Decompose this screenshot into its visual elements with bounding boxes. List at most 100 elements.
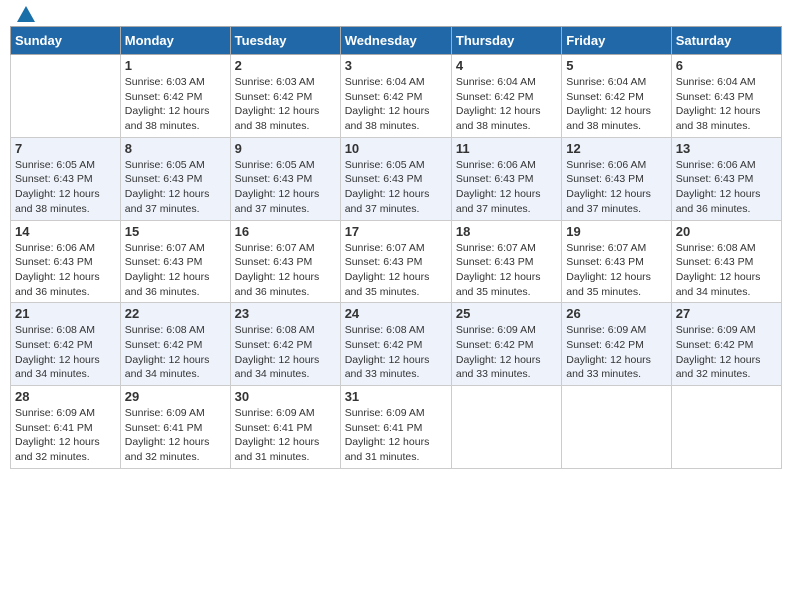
day-info: Sunrise: 6:05 AMSunset: 6:43 PMDaylight:… — [235, 158, 336, 217]
col-header-sunday: Sunday — [11, 27, 121, 55]
day-info: Sunrise: 6:09 AMSunset: 6:41 PMDaylight:… — [15, 406, 116, 465]
day-info: Sunrise: 6:09 AMSunset: 6:41 PMDaylight:… — [125, 406, 226, 465]
calendar-cell: 14 Sunrise: 6:06 AMSunset: 6:43 PMDayligh… — [11, 220, 121, 303]
day-info: Sunrise: 6:09 AMSunset: 6:42 PMDaylight:… — [566, 323, 666, 382]
day-number: 3 — [345, 58, 447, 73]
day-info: Sunrise: 6:04 AMSunset: 6:42 PMDaylight:… — [566, 75, 666, 134]
col-header-thursday: Thursday — [451, 27, 561, 55]
calendar-cell: 26Sunrise: 6:09 AMSunset: 6:42 PMDayligh… — [562, 303, 671, 386]
calendar-cell: 6 Sunrise: 6:04 AMSunset: 6:43 PMDaylight… — [671, 55, 781, 138]
day-info: Sunrise: 6:09 AMSunset: 6:42 PMDaylight:… — [456, 323, 557, 382]
calendar-cell — [562, 386, 671, 469]
calendar-cell: 24 Sunrise: 6:08 AMSunset: 6:42 PMDayligh… — [340, 303, 451, 386]
day-number: 8 — [125, 141, 226, 156]
day-number: 6 — [676, 58, 777, 73]
calendar-cell: 20 Sunrise: 6:08 AMSunset: 6:43 PMDayligh… — [671, 220, 781, 303]
day-number: 14 — [15, 224, 116, 239]
day-number: 25 — [456, 306, 557, 321]
day-info: Sunrise: 6:08 AMSunset: 6:42 PMDaylight:… — [345, 323, 447, 382]
day-info: Sunrise: 6:03 AMSunset: 6:42 PMDaylight:… — [125, 75, 226, 134]
day-number: 12 — [566, 141, 666, 156]
day-info: Sunrise: 6:03 AMSunset: 6:42 PMDaylight:… — [235, 75, 336, 134]
day-info: Sunrise: 6:04 AMSunset: 6:43 PMDaylight:… — [676, 75, 777, 134]
day-info: Sunrise: 6:05 AMSunset: 6:43 PMDaylight:… — [125, 158, 226, 217]
day-number: 20 — [676, 224, 777, 239]
calendar-header-row: SundayMondayTuesdayWednesdayThursdayFrid… — [11, 27, 782, 55]
calendar-cell: 9 Sunrise: 6:05 AMSunset: 6:43 PMDaylight… — [230, 137, 340, 220]
day-number: 17 — [345, 224, 447, 239]
day-number: 2 — [235, 58, 336, 73]
day-info: Sunrise: 6:06 AMSunset: 6:43 PMDaylight:… — [15, 241, 116, 300]
calendar-cell: 18 Sunrise: 6:07 AMSunset: 6:43 PMDayligh… — [451, 220, 561, 303]
calendar-cell: 27 Sunrise: 6:09 AMSunset: 6:42 PMDayligh… — [671, 303, 781, 386]
col-header-wednesday: Wednesday — [340, 27, 451, 55]
calendar-cell: 23 Sunrise: 6:08 AMSunset: 6:42 PMDayligh… — [230, 303, 340, 386]
week-row-4: 21 Sunrise: 6:08 AMSunset: 6:42 PMDayligh… — [11, 303, 782, 386]
day-number: 9 — [235, 141, 336, 156]
week-row-2: 7 Sunrise: 6:05 AMSunset: 6:43 PMDaylight… — [11, 137, 782, 220]
day-info: Sunrise: 6:07 AMSunset: 6:43 PMDaylight:… — [456, 241, 557, 300]
day-info: Sunrise: 6:06 AMSunset: 6:43 PMDaylight:… — [456, 158, 557, 217]
calendar-cell: 13 Sunrise: 6:06 AMSunset: 6:43 PMDayligh… — [671, 137, 781, 220]
day-number: 21 — [15, 306, 116, 321]
day-info: Sunrise: 6:07 AMSunset: 6:43 PMDaylight:… — [345, 241, 447, 300]
day-number: 19 — [566, 224, 666, 239]
calendar-cell: 16 Sunrise: 6:07 AMSunset: 6:43 PMDayligh… — [230, 220, 340, 303]
day-number: 13 — [676, 141, 777, 156]
day-info: Sunrise: 6:06 AMSunset: 6:43 PMDaylight:… — [566, 158, 666, 217]
day-info: Sunrise: 6:08 AMSunset: 6:42 PMDaylight:… — [235, 323, 336, 382]
week-row-5: 28 Sunrise: 6:09 AMSunset: 6:41 PMDayligh… — [11, 386, 782, 469]
day-number: 16 — [235, 224, 336, 239]
day-number: 29 — [125, 389, 226, 404]
calendar-cell: 21Sunrise: 6:08 AMSunset: 6:42 PMDayligh… — [11, 303, 121, 386]
day-info: Sunrise: 6:08 AMSunset: 6:43 PMDaylight:… — [676, 241, 777, 300]
calendar-cell: 17 Sunrise: 6:07 AMSunset: 6:43 PMDayligh… — [340, 220, 451, 303]
day-info: Sunrise: 6:06 AMSunset: 6:43 PMDaylight:… — [676, 158, 777, 217]
col-header-saturday: Saturday — [671, 27, 781, 55]
calendar-cell: 30Sunrise: 6:09 AMSunset: 6:41 PMDayligh… — [230, 386, 340, 469]
calendar-cell: 10Sunrise: 6:05 AMSunset: 6:43 PMDayligh… — [340, 137, 451, 220]
day-info: Sunrise: 6:07 AMSunset: 6:43 PMDaylight:… — [566, 241, 666, 300]
day-info: Sunrise: 6:09 AMSunset: 6:42 PMDaylight:… — [676, 323, 777, 382]
calendar-cell: 28 Sunrise: 6:09 AMSunset: 6:41 PMDayligh… — [11, 386, 121, 469]
week-row-3: 14 Sunrise: 6:06 AMSunset: 6:43 PMDayligh… — [11, 220, 782, 303]
day-info: Sunrise: 6:09 AMSunset: 6:41 PMDaylight:… — [235, 406, 336, 465]
calendar-cell — [451, 386, 561, 469]
calendar-cell: 19 Sunrise: 6:07 AMSunset: 6:43 PMDayligh… — [562, 220, 671, 303]
day-info: Sunrise: 6:04 AMSunset: 6:42 PMDaylight:… — [345, 75, 447, 134]
day-info: Sunrise: 6:09 AMSunset: 6:41 PMDaylight:… — [345, 406, 447, 465]
day-number: 4 — [456, 58, 557, 73]
calendar-cell: 31 Sunrise: 6:09 AMSunset: 6:41 PMDayligh… — [340, 386, 451, 469]
calendar-cell: 1Sunrise: 6:03 AMSunset: 6:42 PMDaylight… — [120, 55, 230, 138]
calendar-cell: 15Sunrise: 6:07 AMSunset: 6:43 PMDayligh… — [120, 220, 230, 303]
calendar-cell — [11, 55, 121, 138]
col-header-tuesday: Tuesday — [230, 27, 340, 55]
day-info: Sunrise: 6:04 AMSunset: 6:42 PMDaylight:… — [456, 75, 557, 134]
day-number: 27 — [676, 306, 777, 321]
day-number: 5 — [566, 58, 666, 73]
calendar-cell: 11 Sunrise: 6:06 AMSunset: 6:43 PMDayligh… — [451, 137, 561, 220]
day-info: Sunrise: 6:05 AMSunset: 6:43 PMDaylight:… — [345, 158, 447, 217]
calendar-cell: 25 Sunrise: 6:09 AMSunset: 6:42 PMDayligh… — [451, 303, 561, 386]
day-number: 15 — [125, 224, 226, 239]
day-number: 22 — [125, 306, 226, 321]
logo-triangle-icon — [17, 6, 35, 22]
day-number: 31 — [345, 389, 447, 404]
day-number: 18 — [456, 224, 557, 239]
day-number: 28 — [15, 389, 116, 404]
calendar-cell: 8 Sunrise: 6:05 AMSunset: 6:43 PMDaylight… — [120, 137, 230, 220]
day-number: 7 — [15, 141, 116, 156]
col-header-friday: Friday — [562, 27, 671, 55]
calendar-cell — [671, 386, 781, 469]
day-info: Sunrise: 6:07 AMSunset: 6:43 PMDaylight:… — [235, 241, 336, 300]
calendar-cell: 29 Sunrise: 6:09 AMSunset: 6:41 PMDayligh… — [120, 386, 230, 469]
header — [10, 10, 782, 18]
col-header-monday: Monday — [120, 27, 230, 55]
calendar-cell: 12 Sunrise: 6:06 AMSunset: 6:43 PMDayligh… — [562, 137, 671, 220]
calendar-cell: 22Sunrise: 6:08 AMSunset: 6:42 PMDayligh… — [120, 303, 230, 386]
day-number: 23 — [235, 306, 336, 321]
calendar-cell: 5 Sunrise: 6:04 AMSunset: 6:42 PMDaylight… — [562, 55, 671, 138]
day-number: 24 — [345, 306, 447, 321]
day-number: 11 — [456, 141, 557, 156]
calendar-cell: 3 Sunrise: 6:04 AMSunset: 6:42 PMDaylight… — [340, 55, 451, 138]
